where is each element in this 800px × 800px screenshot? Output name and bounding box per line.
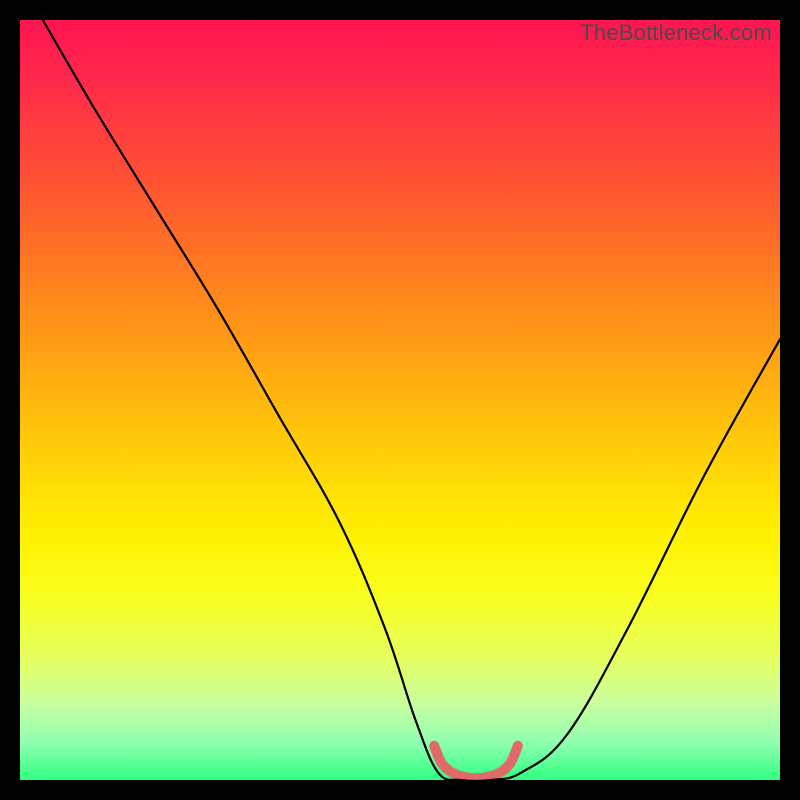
chart-frame: TheBottleneck.com [0,0,800,800]
plot-area: TheBottleneck.com [20,20,780,780]
chart-svg [20,20,780,780]
optimal-zone-marker [434,746,518,779]
bottleneck-curve [43,20,780,780]
